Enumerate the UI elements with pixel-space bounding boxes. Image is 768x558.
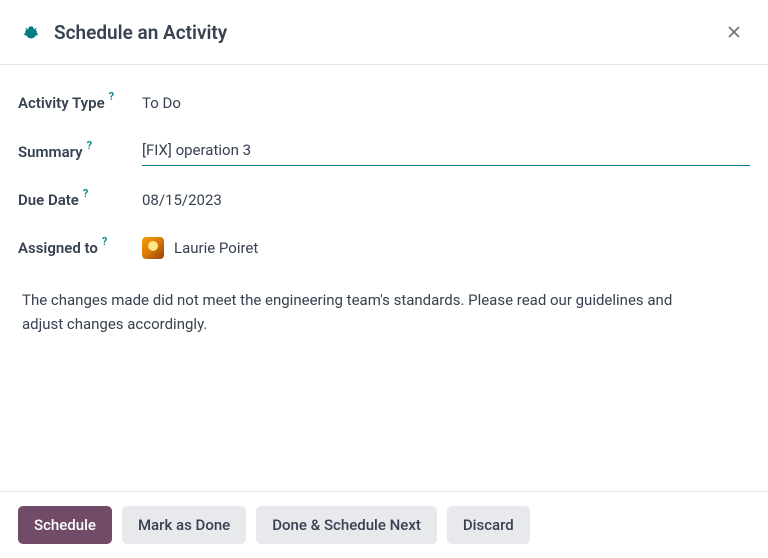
row-assigned-to: Assigned to ? Laurie Poiret bbox=[18, 234, 750, 262]
label-summary-text: Summary bbox=[18, 143, 83, 161]
form-area: Activity Type ? To Do Summary ? Due Date… bbox=[0, 65, 768, 491]
label-assigned-to: Assigned to ? bbox=[18, 239, 142, 257]
assigned-to-name: Laurie Poiret bbox=[174, 239, 258, 257]
close-icon bbox=[724, 22, 744, 42]
avatar bbox=[142, 237, 164, 259]
help-due-date[interactable]: ? bbox=[83, 187, 88, 200]
help-assigned-to[interactable]: ? bbox=[102, 235, 107, 248]
dialog-footer: Schedule Mark as Done Done & Schedule Ne… bbox=[0, 491, 768, 558]
help-activity-type[interactable]: ? bbox=[109, 90, 114, 103]
discard-button[interactable]: Discard bbox=[447, 506, 530, 544]
label-activity-type-text: Activity Type bbox=[18, 94, 105, 112]
row-activity-type: Activity Type ? To Do bbox=[18, 89, 750, 117]
help-summary[interactable]: ? bbox=[87, 139, 92, 152]
row-summary: Summary ? bbox=[18, 137, 750, 166]
assigned-to-field[interactable]: Laurie Poiret bbox=[142, 234, 750, 262]
bug-icon bbox=[22, 23, 40, 41]
label-summary: Summary ? bbox=[18, 143, 142, 161]
schedule-button[interactable]: Schedule bbox=[18, 506, 112, 544]
label-due-date: Due Date ? bbox=[18, 191, 142, 209]
label-activity-type: Activity Type ? bbox=[18, 94, 142, 112]
label-due-date-text: Due Date bbox=[18, 191, 79, 209]
dialog-header: Schedule an Activity bbox=[0, 0, 768, 65]
activity-type-select[interactable]: To Do bbox=[142, 89, 750, 117]
mark-done-button[interactable]: Mark as Done bbox=[122, 506, 246, 544]
due-date-field[interactable]: 08/15/2023 bbox=[142, 186, 750, 214]
close-button[interactable] bbox=[720, 18, 748, 46]
description-text[interactable]: The changes made did not meet the engine… bbox=[18, 282, 718, 342]
summary-input[interactable] bbox=[142, 137, 750, 166]
dialog-title: Schedule an Activity bbox=[54, 21, 720, 44]
label-assigned-to-text: Assigned to bbox=[18, 239, 98, 257]
done-next-button[interactable]: Done & Schedule Next bbox=[256, 506, 437, 544]
row-due-date: Due Date ? 08/15/2023 bbox=[18, 186, 750, 214]
